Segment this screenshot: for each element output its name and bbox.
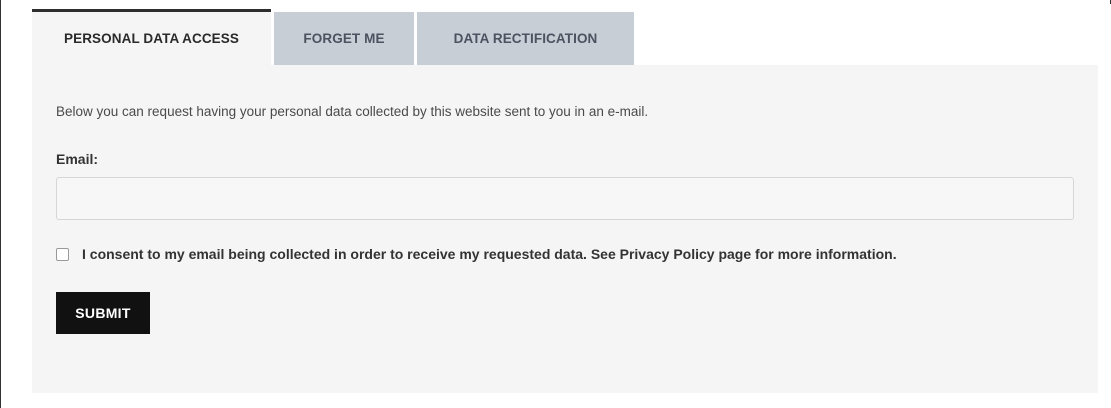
tab-bar: PERSONAL DATA ACCESS FORGET ME DATA RECT… <box>32 9 1098 65</box>
tab-data-rectification[interactable]: DATA RECTIFICATION <box>417 12 634 65</box>
submit-button[interactable]: SUBMIT <box>56 292 150 334</box>
tab-label: FORGET ME <box>303 31 385 46</box>
consent-row: I consent to my email being collected in… <box>56 246 1074 262</box>
tab-label: PERSONAL DATA ACCESS <box>63 31 239 46</box>
tab-panel: Below you can request having your person… <box>32 65 1098 393</box>
tab-forget-me[interactable]: FORGET ME <box>274 12 414 65</box>
tab-label: DATA RECTIFICATION <box>453 31 598 46</box>
gdpr-request-widget: PERSONAL DATA ACCESS FORGET ME DATA RECT… <box>32 9 1098 393</box>
consent-checkbox[interactable] <box>56 247 69 261</box>
email-field[interactable] <box>56 177 1074 220</box>
intro-text: Below you can request having your person… <box>56 104 649 119</box>
tab-personal-data-access[interactable]: PERSONAL DATA ACCESS <box>32 9 271 65</box>
consent-label: I consent to my email being collected in… <box>82 246 897 262</box>
email-label: Email: <box>56 151 99 167</box>
frame-border-left <box>0 0 1 408</box>
